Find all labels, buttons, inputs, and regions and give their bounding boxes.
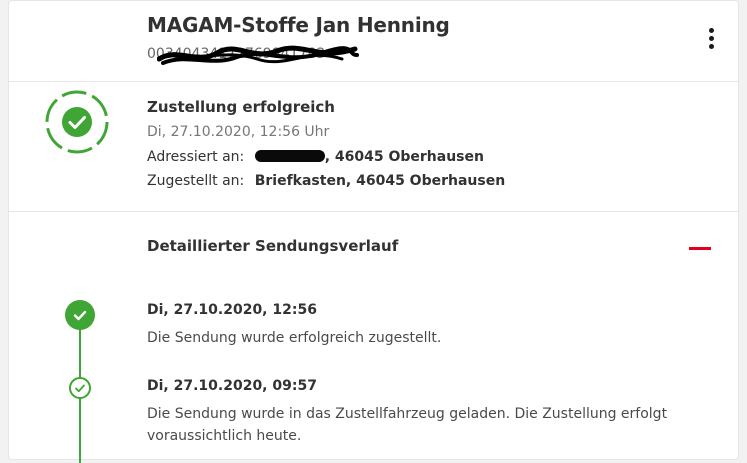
collapse-history-button[interactable]	[687, 238, 713, 258]
status-date: Di, 27.10.2020, 12:56 Uhr	[147, 124, 330, 140]
event-text: Die Sendung wurde erfolgreich zugestellt…	[147, 330, 442, 346]
kebab-dot-icon	[708, 36, 714, 41]
redacted-address	[254, 150, 325, 162]
event-date: Di, 27.10.2020, 12:56	[147, 302, 317, 318]
addressed-value: , 46045 Oberhausen	[324, 149, 484, 165]
event-date: Di, 27.10.2020, 09:57	[147, 378, 317, 394]
delivered-label: Zugestellt an:	[147, 173, 245, 189]
timeline-check-filled-icon	[65, 300, 95, 330]
minus-icon	[689, 247, 711, 250]
event-text: Die Sendung wurde in das Zustellfahrzeug…	[147, 406, 668, 444]
status-title: Zustellung erfolgreich	[147, 98, 335, 116]
sender-name: MAGAM-Stoffe Jan Henning	[147, 13, 450, 37]
redaction-scribble	[157, 45, 359, 65]
delivered-value: Briefkasten, 46045 Oberhausen	[254, 173, 506, 189]
header-divider	[9, 81, 738, 82]
more-options-button[interactable]	[699, 28, 723, 56]
delivered-row: Zugestellt an: Briefkasten, 46045 Oberha…	[147, 173, 505, 189]
history-title: Detaillierter Sendungsverlauf	[147, 237, 399, 255]
addressed-row: Adressiert an: , 46045 Oberhausen	[147, 149, 484, 165]
shipment-card: MAGAM-Stoffe Jan Henning 003404341727698…	[8, 0, 739, 463]
kebab-dot-icon	[708, 28, 714, 33]
kebab-dot-icon	[708, 44, 714, 49]
addressed-label: Adressiert an:	[147, 149, 245, 165]
status-divider	[9, 211, 738, 212]
check-circle-icon	[45, 90, 109, 154]
timeline-check-outline-icon	[69, 377, 91, 399]
